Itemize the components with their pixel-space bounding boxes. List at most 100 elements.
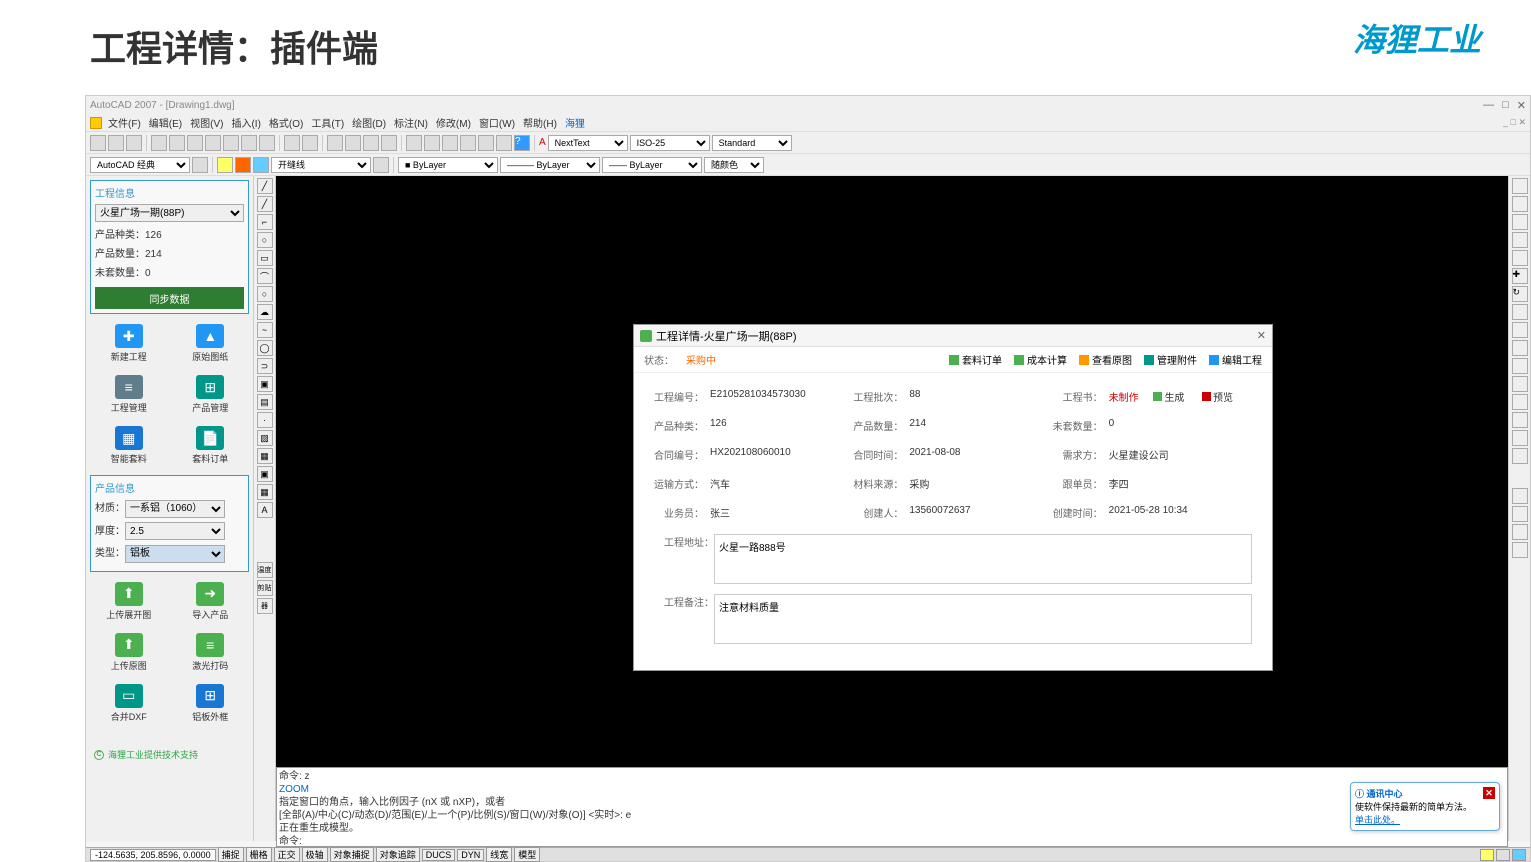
grid-toggle[interactable]: 栅格 (246, 847, 272, 862)
ortho-toggle[interactable]: 正交 (274, 847, 300, 862)
laser-mark-button[interactable]: ≡激光打码 (172, 629, 250, 676)
tablestyle-select[interactable]: Standard (712, 135, 792, 151)
join-icon[interactable] (1512, 394, 1528, 410)
rect-icon[interactable]: ▭ (257, 250, 273, 266)
command-window[interactable]: 命令: z ZOOM 指定窗口的角点，输入比例因子 (nX 或 nXP)，或者 … (276, 767, 1508, 847)
tool-icon[interactable] (442, 135, 458, 151)
material-order-button[interactable]: 套料订单 (949, 352, 1002, 367)
menu-edit[interactable]: 编辑(E) (147, 115, 184, 130)
publish-icon[interactable] (187, 135, 203, 151)
help-icon[interactable]: ? (514, 135, 530, 151)
mirror-icon[interactable] (1512, 214, 1528, 230)
rotate-icon[interactable]: ↻ (1512, 286, 1528, 302)
stretch-icon[interactable] (1512, 322, 1528, 338)
color-select[interactable]: ■ ByLayer (398, 157, 498, 173)
type-select[interactable]: 铝板 (125, 545, 225, 563)
manage-attach-button[interactable]: 管理附件 (1144, 352, 1197, 367)
material-select[interactable]: 一系铝（1060） (125, 500, 225, 518)
new-icon[interactable] (90, 135, 106, 151)
layer2-icon[interactable] (235, 157, 251, 173)
minimize-icon[interactable]: — (1483, 99, 1494, 112)
popup-close-icon[interactable]: ✕ (1483, 787, 1495, 799)
address-textarea[interactable] (714, 534, 1252, 584)
gradient-icon[interactable]: ▦ (257, 448, 273, 464)
region-icon[interactable]: ▣ (257, 466, 273, 482)
dim1-icon[interactable] (1512, 488, 1528, 504)
menu-window[interactable]: 窗口(W) (477, 115, 517, 130)
sync-button[interactable]: 同步数据 (95, 287, 244, 309)
menu-insert[interactable]: 插入(I) (229, 115, 262, 130)
polar-toggle[interactable]: 极轴 (302, 847, 328, 862)
tools-icon[interactable]: 器 (257, 598, 273, 614)
ws-icon[interactable] (192, 157, 208, 173)
circle-icon[interactable]: ○ (257, 286, 273, 302)
trim-icon[interactable] (1512, 340, 1528, 356)
zoomw-icon[interactable] (363, 135, 379, 151)
doc-controls[interactable]: _ □ ✕ (1503, 117, 1526, 128)
dim3-icon[interactable] (1512, 524, 1528, 540)
menu-modify[interactable]: 修改(M) (434, 115, 473, 130)
offset-icon[interactable] (1512, 232, 1528, 248)
array-icon[interactable] (1512, 250, 1528, 266)
explode-icon[interactable] (1512, 448, 1528, 464)
maximize-icon[interactable]: □ (1502, 99, 1509, 112)
chamfer-icon[interactable] (1512, 412, 1528, 428)
copy-icon[interactable] (223, 135, 239, 151)
project-mgr-button[interactable]: ≡工程管理 (90, 371, 168, 418)
upload-orig-button[interactable]: ⬆上传原图 (90, 629, 168, 676)
thickness-select[interactable]: 2.5 (125, 522, 225, 540)
generate-button[interactable]: 生成 (1153, 389, 1184, 404)
arc-icon[interactable]: ⌒ (257, 268, 273, 284)
lweight-select[interactable]: —— ByLayer (602, 157, 702, 173)
original-drawing-button[interactable]: ▲原始图纸 (172, 320, 250, 367)
menu-help[interactable]: 帮助(H) (521, 115, 559, 130)
merge-dxf-button[interactable]: ▭合并DXF (90, 680, 168, 727)
nest-order-button[interactable]: 📄套料订单 (172, 422, 250, 469)
table-icon[interactable]: ▦ (257, 484, 273, 500)
pan-icon[interactable] (327, 135, 343, 151)
edit-project-button[interactable]: 编辑工程 (1209, 352, 1262, 367)
layer-icon[interactable] (217, 157, 233, 173)
extend-icon[interactable] (1512, 358, 1528, 374)
calc-icon[interactable] (496, 135, 512, 151)
view-orig-button[interactable]: 查看原图 (1079, 352, 1132, 367)
textstyle-select[interactable]: NextText (548, 135, 628, 151)
menu-tools[interactable]: 工具(T) (309, 115, 346, 130)
menu-view[interactable]: 视图(V) (188, 115, 225, 130)
tray-clean-icon[interactable] (1512, 849, 1526, 861)
plotstyle-select[interactable]: 随颜色 (704, 157, 764, 173)
dim4-icon[interactable] (1512, 542, 1528, 558)
smart-nest-button[interactable]: ▦智能套料 (90, 422, 168, 469)
tray-comm-icon[interactable] (1480, 849, 1494, 861)
point-icon[interactable]: · (257, 412, 273, 428)
props-icon[interactable] (406, 135, 422, 151)
menu-file[interactable]: 文件(F) (106, 115, 143, 130)
close-icon[interactable]: ✕ (1517, 99, 1526, 112)
preview-button[interactable]: 预览 (1202, 389, 1233, 404)
model-toggle[interactable]: 模型 (514, 847, 540, 862)
spline-icon[interactable]: ~ (257, 322, 273, 338)
save-icon[interactable] (126, 135, 142, 151)
sheet-icon[interactable] (460, 135, 476, 151)
move-icon[interactable]: ✚ (1512, 268, 1528, 284)
layerprev-icon[interactable] (373, 157, 389, 173)
dyn-toggle[interactable]: DYN (457, 849, 484, 861)
mtext-icon[interactable]: A (257, 502, 273, 518)
open-icon[interactable] (108, 135, 124, 151)
polygon-icon[interactable]: ○ (257, 232, 273, 248)
menu-dim[interactable]: 标注(N) (392, 115, 430, 130)
hatch-icon[interactable]: ▨ (257, 430, 273, 446)
otrack-toggle[interactable]: 对象追踪 (376, 847, 420, 862)
match-icon[interactable] (259, 135, 275, 151)
copy2-icon[interactable] (1512, 196, 1528, 212)
zoomp-icon[interactable] (381, 135, 397, 151)
menu-draw[interactable]: 绘图(D) (350, 115, 388, 130)
snap-toggle[interactable]: 捕捉 (218, 847, 244, 862)
fillet-icon[interactable] (1512, 430, 1528, 446)
redo-icon[interactable] (302, 135, 318, 151)
popup-link[interactable]: 单击此处。 (1355, 813, 1495, 826)
osnap-toggle[interactable]: 对象捕捉 (330, 847, 374, 862)
revcloud-icon[interactable]: ☁ (257, 304, 273, 320)
clip-icon[interactable]: 剪贴 (257, 580, 273, 596)
ltype-select[interactable]: ——— ByLayer (500, 157, 600, 173)
